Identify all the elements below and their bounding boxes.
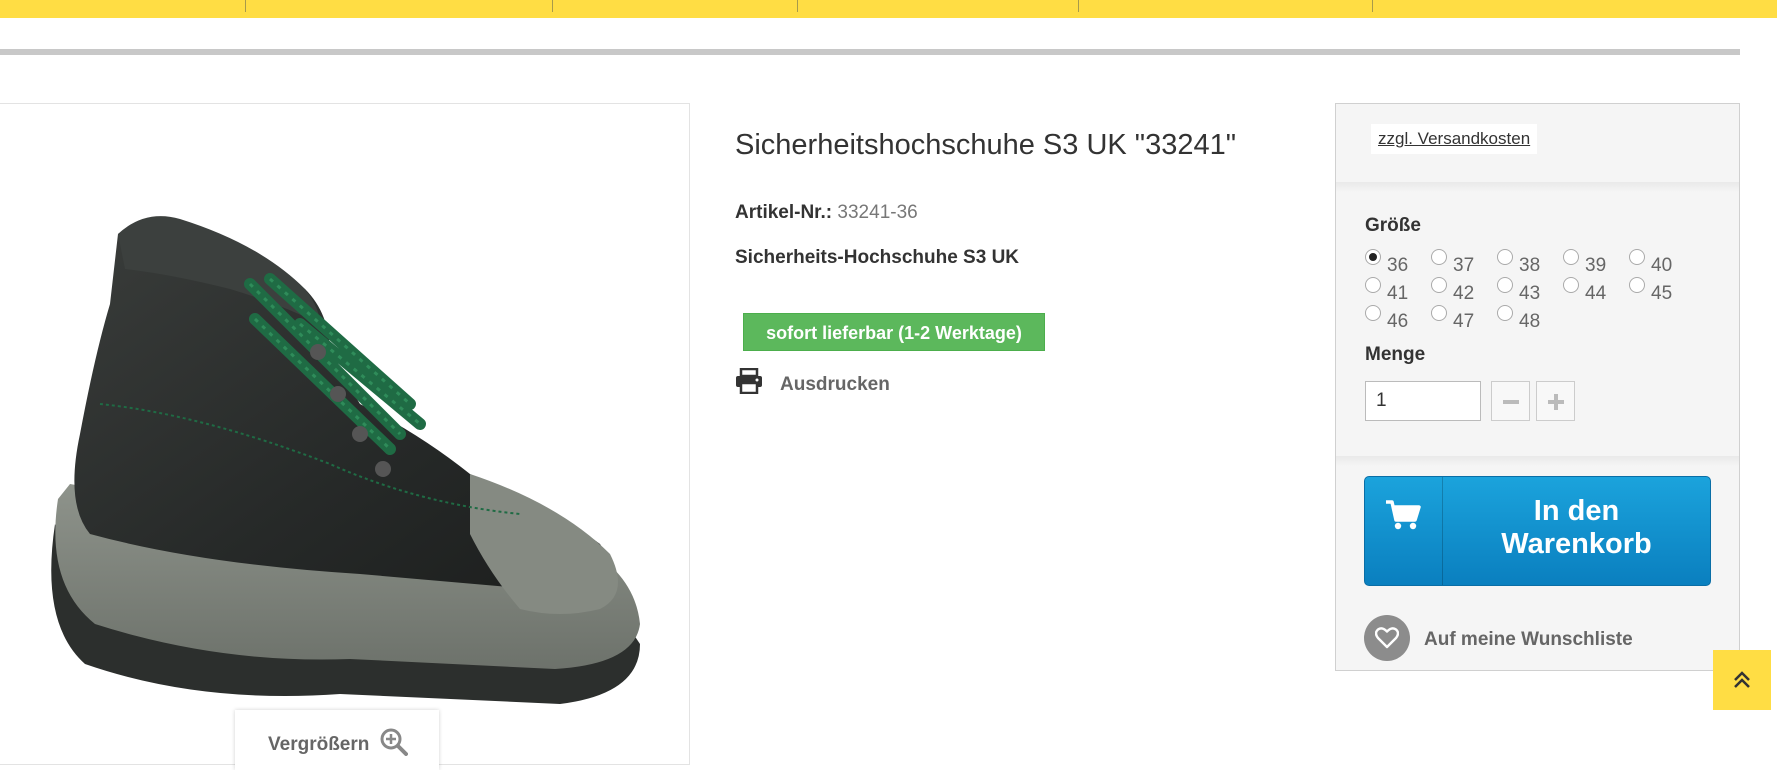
article-number-value: 33241-36 xyxy=(837,202,918,223)
size-value: 46 xyxy=(1387,311,1409,332)
article-number-label: Artikel-Nr.: xyxy=(735,202,833,223)
nav-separator xyxy=(552,0,553,12)
size-value: 40 xyxy=(1651,255,1673,276)
size-option[interactable]: 36 xyxy=(1365,249,1431,277)
printer-icon xyxy=(735,367,763,399)
scroll-to-top-button[interactable] xyxy=(1713,650,1771,710)
size-radio[interactable] xyxy=(1497,249,1513,265)
size-value: 36 xyxy=(1387,255,1409,276)
size-radio[interactable] xyxy=(1431,277,1447,293)
product-title: Sicherheitshochschuhe S3 UK "33241" xyxy=(735,129,1237,161)
size-option[interactable]: 41 xyxy=(1365,277,1431,305)
size-radio[interactable] xyxy=(1497,305,1513,321)
add-to-cart-label: In den Warenkorb xyxy=(1443,495,1710,561)
size-value: 37 xyxy=(1453,255,1475,276)
zoom-button[interactable]: Vergrößern xyxy=(235,710,439,770)
size-value: 41 xyxy=(1387,283,1409,304)
size-radio[interactable] xyxy=(1365,305,1381,321)
size-value: 42 xyxy=(1453,283,1475,304)
size-option[interactable]: 38 xyxy=(1497,249,1563,277)
cart-icon-box xyxy=(1365,477,1443,585)
buy-box: zzgl. Versandkosten Größe 36 37 38 39 40 41 42… xyxy=(1335,103,1740,671)
add-to-cart-label-line1: In den xyxy=(1533,495,1620,527)
quantity-label: Menge xyxy=(1365,344,1426,365)
size-option[interactable]: 37 xyxy=(1431,249,1497,277)
size-option[interactable]: 46 xyxy=(1365,305,1431,333)
size-option[interactable]: 43 xyxy=(1497,277,1563,305)
size-option[interactable]: 39 xyxy=(1563,249,1629,277)
zoom-in-icon xyxy=(380,728,408,762)
size-radio[interactable] xyxy=(1563,249,1579,265)
plus-icon xyxy=(1548,394,1564,410)
size-label: Größe xyxy=(1365,215,1421,236)
nav-separator xyxy=(1078,0,1079,12)
size-value: 45 xyxy=(1651,283,1673,304)
heart-icon xyxy=(1364,615,1410,661)
zoom-label: Vergrößern xyxy=(268,734,370,755)
size-value: 44 xyxy=(1585,283,1607,304)
size-radio[interactable] xyxy=(1365,249,1381,265)
top-nav-bar xyxy=(0,0,1777,18)
size-value: 48 xyxy=(1519,311,1541,332)
size-option[interactable]: 45 xyxy=(1629,277,1695,305)
size-option[interactable]: 40 xyxy=(1629,249,1695,277)
product-subtitle: Sicherheits-Hochschuhe S3 UK xyxy=(735,247,1020,268)
size-option[interactable]: 48 xyxy=(1497,305,1563,333)
double-chevron-up-icon xyxy=(1734,671,1750,688)
nav-separator xyxy=(245,0,246,12)
size-value: 39 xyxy=(1585,255,1607,276)
nav-separator xyxy=(1372,0,1373,12)
size-value: 38 xyxy=(1519,255,1541,276)
product-image-container[interactable] xyxy=(0,103,690,765)
quantity-input[interactable] xyxy=(1365,381,1481,421)
size-radio[interactable] xyxy=(1629,277,1645,293)
size-radio[interactable] xyxy=(1497,277,1513,293)
print-label: Ausdrucken xyxy=(780,374,890,395)
size-radio[interactable] xyxy=(1563,277,1579,293)
wishlist-label: Auf meine Wunschliste xyxy=(1424,629,1633,650)
minus-icon xyxy=(1503,400,1519,404)
size-radio[interactable] xyxy=(1365,277,1381,293)
article-number: Artikel-Nr.: 33241-36 xyxy=(735,202,918,224)
add-to-cart-button[interactable]: In den Warenkorb xyxy=(1364,476,1711,586)
size-value: 43 xyxy=(1519,283,1541,304)
add-to-cart-label-line2: Warenkorb xyxy=(1501,528,1652,560)
nav-separator xyxy=(797,0,798,12)
quantity-decrease-button[interactable] xyxy=(1491,381,1530,421)
shopping-cart-icon xyxy=(1386,500,1421,530)
size-radio[interactable] xyxy=(1629,249,1645,265)
shipping-costs-link[interactable]: zzgl. Versandkosten xyxy=(1371,124,1538,154)
size-radio[interactable] xyxy=(1431,305,1447,321)
divider-band xyxy=(1336,456,1739,466)
divider-line xyxy=(0,49,1740,55)
size-option[interactable]: 47 xyxy=(1431,305,1497,333)
size-value: 47 xyxy=(1453,311,1475,332)
size-option[interactable]: 42 xyxy=(1431,277,1497,305)
quantity-increase-button[interactable] xyxy=(1536,381,1575,421)
divider-band xyxy=(1336,182,1739,192)
size-option[interactable]: 44 xyxy=(1563,277,1629,305)
availability-badge: sofort lieferbar (1-2 Werktage) xyxy=(743,313,1045,351)
size-radio[interactable] xyxy=(1431,249,1447,265)
safety-boot-image[interactable] xyxy=(0,104,689,764)
